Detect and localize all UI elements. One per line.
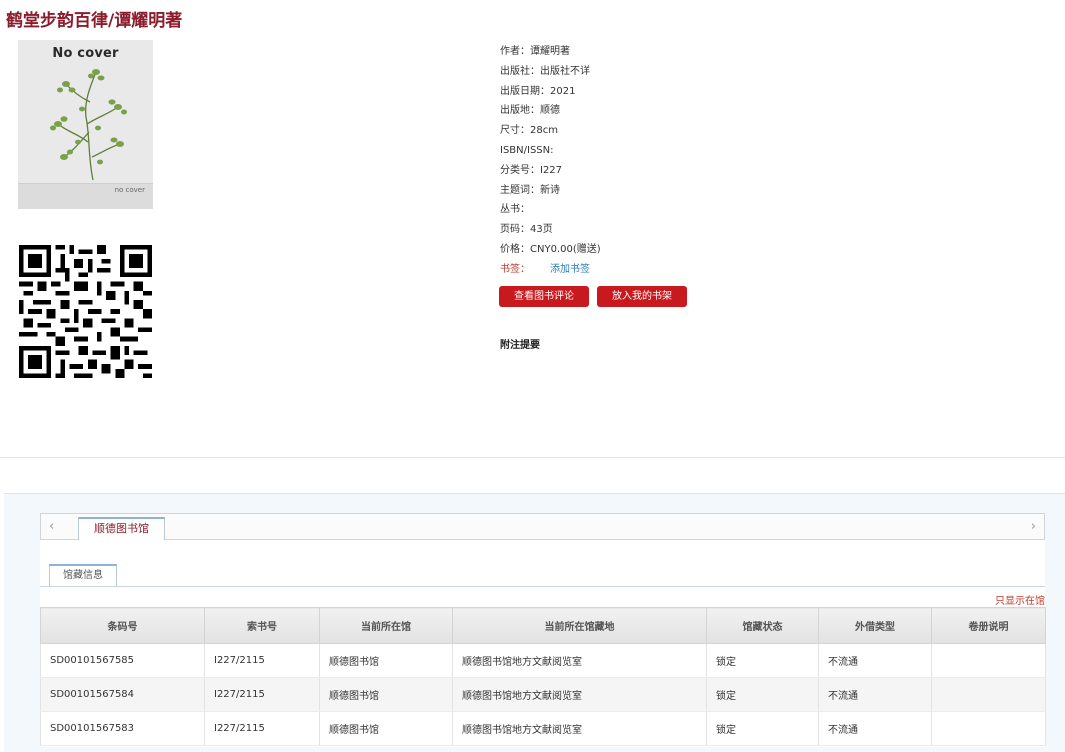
col-current-library[interactable]: 当前所在馆 (319, 607, 453, 644)
cell-volume-note (931, 677, 1046, 712)
meta-bookmark: 书签： 添加书签 (500, 260, 601, 280)
cell-barcode: SD00101567585 (40, 643, 205, 678)
cell-status: 锁定 (706, 711, 819, 746)
cover-no-cover-small-text: no cover (114, 186, 145, 194)
meta-classification: 分类号：I227 (500, 164, 563, 176)
holdings-table: 条码号 索书号 当前所在馆 当前所在馆藏地 馆藏状态 外借类型 卷册说明 SD0… (40, 607, 1046, 746)
meta-series: 丛书： (500, 204, 530, 216)
cell-loan-type: 不流通 (818, 677, 932, 712)
col-status[interactable]: 馆藏状态 (706, 607, 819, 644)
cell-call-number: I227/2115 (204, 711, 320, 746)
add-to-shelf-button[interactable]: 放入我的书架 (597, 286, 687, 307)
view-reviews-button[interactable]: 查看图书评论 (499, 286, 589, 307)
cell-library: 顺德图书馆 (319, 643, 453, 678)
cell-location: 顺德图书馆地方文献阅览室 (452, 643, 707, 678)
only-available-link[interactable]: 只显示在馆 (995, 592, 1045, 607)
table-row[interactable]: SD00101567583 I227/2115 顺德图书馆 顺德图书馆地方文献阅… (40, 711, 1046, 746)
meta-size: 尺寸：28cm (500, 125, 558, 137)
col-current-location[interactable]: 当前所在馆藏地 (452, 607, 707, 644)
book-cover-image: No cover no cover (18, 40, 153, 209)
plant-illustration-icon (50, 69, 127, 181)
cell-library: 顺德图书馆 (319, 711, 453, 746)
tab-holdings-info[interactable]: 馆藏信息 (49, 564, 117, 586)
add-bookmark-link[interactable]: 添加书签 (550, 264, 590, 275)
book-title: 鹤堂步韵百律/谭耀明著 (6, 11, 183, 31)
col-call-number[interactable]: 索书号 (204, 607, 320, 644)
table-row[interactable]: SD00101567585 I227/2115 顺德图书馆 顺德图书馆地方文献阅… (40, 643, 1046, 678)
cell-status: 锁定 (706, 677, 819, 712)
subtab-underline (40, 586, 1045, 587)
cell-location: 顺德图书馆地方文献阅览室 (452, 711, 707, 746)
cell-call-number: I227/2115 (204, 643, 320, 678)
meta-subject: 主题词：新诗 (500, 184, 560, 196)
section-divider (0, 457, 1065, 458)
chevron-right-icon[interactable]: › (1031, 519, 1036, 534)
cell-location: 顺德图书馆地方文献阅览室 (452, 677, 707, 712)
chevron-left-icon[interactable]: ‹ (49, 519, 54, 534)
meta-pages: 页码：43页 (500, 224, 553, 236)
table-header-row: 条码号 索书号 当前所在馆 当前所在馆藏地 馆藏状态 外借类型 卷册说明 (40, 607, 1046, 644)
cell-library: 顺德图书馆 (319, 677, 453, 712)
cell-call-number: I227/2115 (204, 677, 320, 712)
meta-pub-place: 出版地：顺德 (500, 105, 560, 117)
cell-barcode: SD00101567584 (40, 677, 205, 712)
col-volume-note[interactable]: 卷册说明 (931, 607, 1046, 644)
cell-volume-note (931, 643, 1046, 678)
bookmark-label: 书签： (500, 263, 530, 275)
qr-code-icon (19, 245, 152, 378)
cell-volume-note (931, 711, 1046, 746)
col-loan-type[interactable]: 外借类型 (818, 607, 932, 644)
book-metadata-list: 作者：谭耀明著 出版社：出版社不详 出版日期：2021 出版地：顺德 尺寸：28… (500, 42, 601, 280)
meta-publisher: 出版社：出版社不详 (500, 65, 590, 77)
library-tabbar: ‹ 顺德图书馆 › (40, 513, 1045, 540)
notes-summary-heading: 附注提要 (500, 340, 540, 351)
cell-loan-type: 不流通 (818, 711, 932, 746)
tab-library-shunde[interactable]: 顺德图书馆 (78, 517, 165, 540)
col-barcode[interactable]: 条码号 (40, 607, 205, 644)
meta-isbn: ISBN/ISSN: (500, 144, 554, 156)
meta-price: 价格：CNY0.00(赠送) (500, 243, 601, 255)
cell-status: 锁定 (706, 643, 819, 678)
cell-barcode: SD00101567583 (40, 711, 205, 746)
meta-pub-date: 出版日期：2021 (500, 85, 576, 97)
meta-author: 作者：谭耀明著 (500, 46, 570, 57)
table-row[interactable]: SD00101567584 I227/2115 顺德图书馆 顺德图书馆地方文献阅… (40, 677, 1046, 712)
cell-loan-type: 不流通 (818, 643, 932, 678)
cover-no-cover-text: No cover (52, 46, 119, 61)
